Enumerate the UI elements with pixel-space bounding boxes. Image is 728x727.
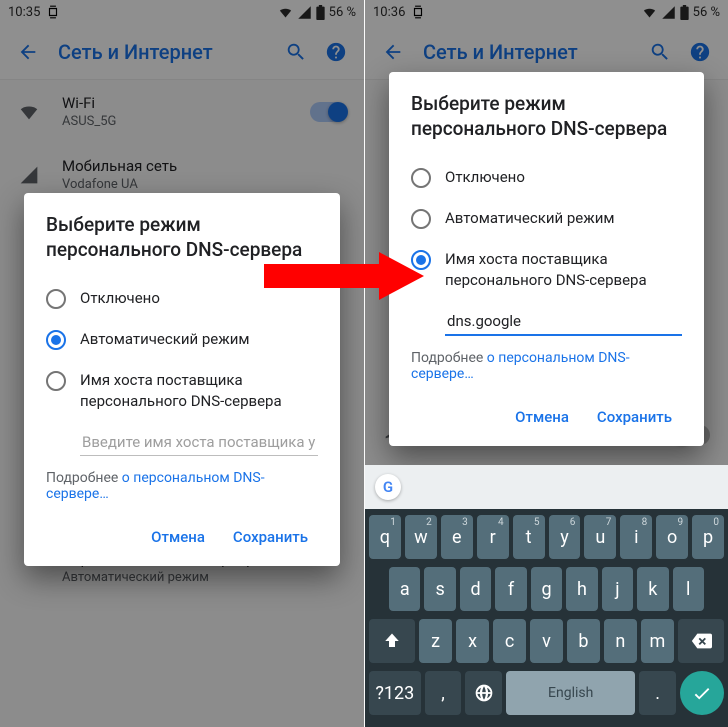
key-a[interactable]: a (389, 567, 420, 611)
radio-hostname-label: Имя хоста поставщика персонального DNS-с… (445, 249, 682, 290)
key-language[interactable] (465, 671, 502, 715)
radio-auto[interactable]: Автоматический режим (46, 319, 318, 360)
radio-hostname-label: Имя хоста поставщика персонального DNS-с… (80, 370, 318, 411)
key-q[interactable]: q1 (369, 515, 401, 559)
key-e[interactable]: e3 (441, 515, 473, 559)
radio-icon (46, 371, 66, 391)
key-period[interactable]: . (639, 671, 676, 715)
cancel-button[interactable]: Отмена (141, 520, 215, 554)
more-info: Подробнее о персональном DNS-сервере… (411, 350, 682, 382)
keyboard: G q1w2e3r4t5y6u7i8o9p0 asdfghjkl zxcvbnm… (365, 465, 728, 727)
key-enter[interactable] (680, 671, 724, 715)
key-y[interactable]: y6 (549, 515, 581, 559)
globe-icon (474, 683, 494, 703)
cancel-button[interactable]: Отмена (505, 400, 579, 434)
save-button[interactable]: Сохранить (223, 520, 318, 554)
radio-hostname[interactable]: Имя хоста поставщика персонального DNS-с… (46, 360, 318, 421)
radio-auto-label: Автоматический режим (80, 329, 250, 349)
phone-right: 10:36 56 % Сеть и Интернет (364, 0, 728, 727)
dns-dialog: Выберите режим персонального DNS-сервера… (24, 193, 340, 566)
hostname-field-wrap (445, 308, 682, 336)
key-k[interactable]: k (637, 567, 668, 611)
dialog-title: Выберите режим персонального DNS-сервера (411, 92, 682, 141)
radio-off[interactable]: Отключено (411, 157, 682, 198)
key-r[interactable]: r4 (477, 515, 509, 559)
key-h[interactable]: h (566, 567, 597, 611)
key-i[interactable]: i8 (620, 515, 652, 559)
key-x[interactable]: x (456, 619, 489, 663)
more-prefix: Подробнее (411, 350, 487, 366)
key-b[interactable]: b (567, 619, 600, 663)
hostname-input[interactable] (445, 308, 682, 336)
key-space[interactable]: English (506, 671, 635, 715)
google-icon[interactable]: G (375, 474, 401, 500)
shift-icon (383, 632, 401, 650)
dns-dialog: Выберите режим персонального DNS-сервера… (389, 72, 704, 446)
key-g[interactable]: g (531, 567, 562, 611)
radio-icon (46, 289, 66, 309)
key-v[interactable]: v (530, 619, 563, 663)
kb-row-2: asdfghjkl (369, 567, 724, 611)
kb-row-4: ?123 , English . (369, 671, 724, 715)
key-j[interactable]: j (602, 567, 633, 611)
key-c[interactable]: c (493, 619, 526, 663)
key-symbols[interactable]: ?123 (369, 671, 421, 715)
key-f[interactable]: f (495, 567, 526, 611)
kb-row-3: zxcvbnm (369, 619, 724, 663)
hostname-input[interactable] (80, 429, 318, 456)
key-backspace[interactable] (678, 619, 724, 663)
radio-hostname[interactable]: Имя хоста поставщика персонального DNS-с… (411, 239, 682, 300)
backspace-icon (690, 630, 712, 652)
radio-auto[interactable]: Автоматический режим (411, 198, 682, 239)
key-o[interactable]: o9 (656, 515, 688, 559)
phone-left: 10:35 56 % Сеть и Интернет (0, 0, 364, 727)
radio-auto-label: Автоматический режим (445, 208, 615, 228)
key-w[interactable]: w2 (405, 515, 437, 559)
hostname-field-wrap (80, 429, 318, 456)
radio-icon (46, 330, 66, 350)
key-l[interactable]: l (673, 567, 704, 611)
radio-off-label: Отключено (80, 288, 160, 308)
more-info: Подробнее о персональном DNS-сервере… (46, 470, 318, 502)
radio-icon (411, 209, 431, 229)
radio-icon (411, 168, 431, 188)
key-s[interactable]: s (424, 567, 455, 611)
key-m[interactable]: m (641, 619, 674, 663)
key-shift[interactable] (369, 619, 415, 663)
key-p[interactable]: p0 (692, 515, 724, 559)
check-icon (691, 682, 713, 704)
key-t[interactable]: t5 (513, 515, 545, 559)
more-prefix: Подробнее (46, 470, 122, 486)
key-u[interactable]: u7 (584, 515, 616, 559)
key-z[interactable]: z (419, 619, 452, 663)
tutorial-arrow (264, 252, 424, 300)
suggestion-bar: G (365, 465, 728, 509)
radio-off-label: Отключено (445, 167, 525, 187)
key-d[interactable]: d (460, 567, 491, 611)
kb-row-1: q1w2e3r4t5y6u7i8o9p0 (369, 515, 724, 559)
key-n[interactable]: n (604, 619, 637, 663)
save-button[interactable]: Сохранить (587, 400, 682, 434)
key-comma[interactable]: , (425, 671, 462, 715)
